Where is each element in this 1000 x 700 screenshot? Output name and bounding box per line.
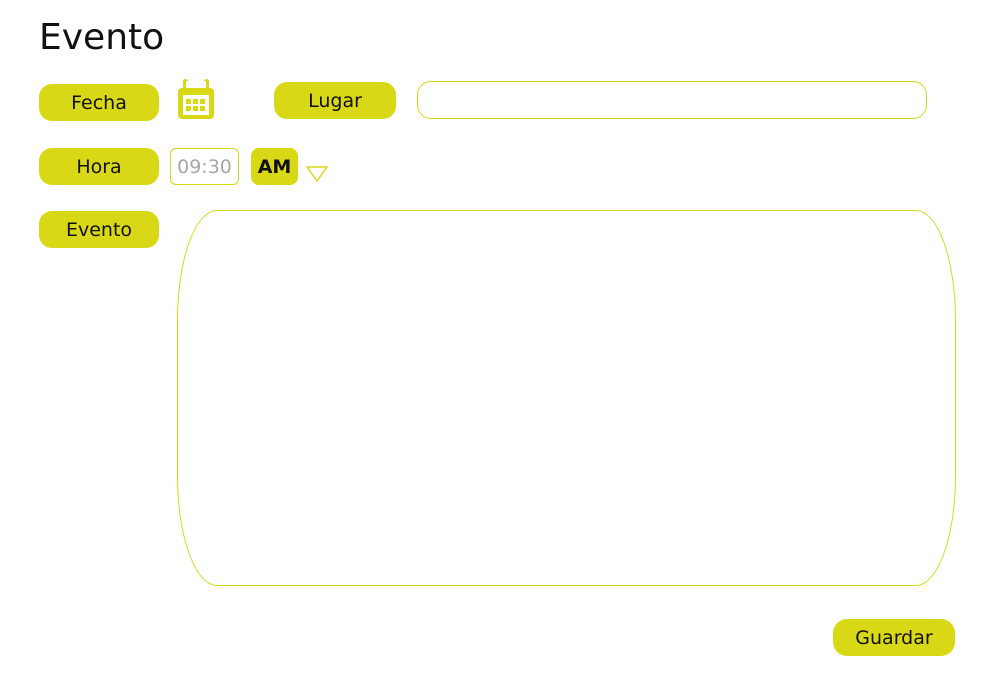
save-button[interactable]: Guardar xyxy=(833,619,955,656)
place-input[interactable] xyxy=(417,81,927,119)
event-label: Evento xyxy=(39,211,159,248)
event-textarea[interactable] xyxy=(177,210,956,586)
time-field[interactable]: 09:30 xyxy=(170,148,239,185)
ampm-selector[interactable]: AM xyxy=(251,148,298,185)
time-label: Hora xyxy=(39,148,159,185)
calendar-icon[interactable] xyxy=(175,79,217,121)
triangle-down-icon[interactable] xyxy=(305,163,329,183)
date-label: Fecha xyxy=(39,84,159,121)
place-label: Lugar xyxy=(274,82,396,119)
page-title: Evento xyxy=(39,17,165,58)
